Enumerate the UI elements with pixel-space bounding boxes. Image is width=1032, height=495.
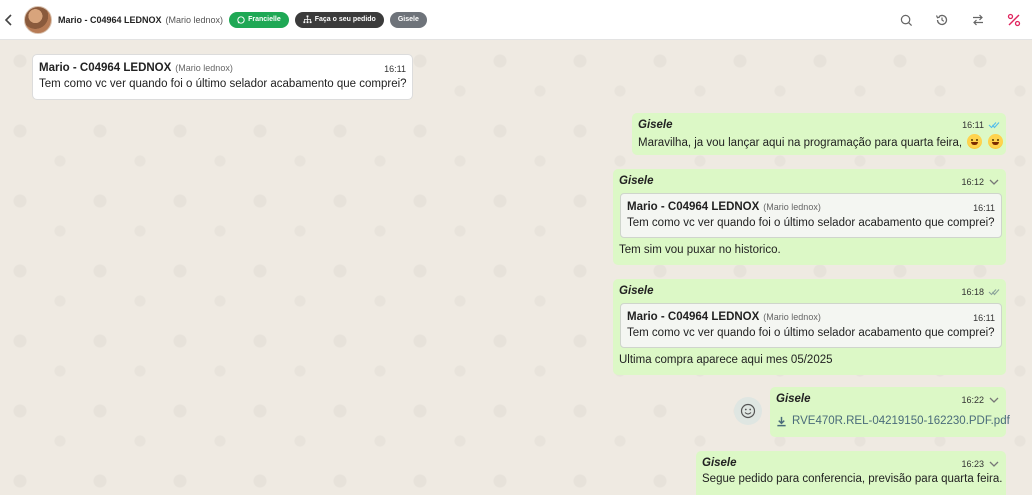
history-button[interactable] — [924, 0, 960, 40]
chevron-down-icon[interactable] — [989, 397, 999, 403]
message-text: Maravilha, ja vou lançar aqui na program… — [638, 137, 963, 149]
user-chip-label: Gisele — [397, 16, 419, 23]
file-name: RVE470R.REL-04219150-162230.PDF.pdf — [792, 415, 1010, 427]
user-chip[interactable]: Gisele — [389, 11, 427, 28]
message-sender: Mario - C04964 LEDNOX — [39, 62, 172, 74]
order-chip[interactable]: Faça o seu pedido — [294, 11, 384, 28]
message-sender: Gisele — [619, 285, 654, 297]
quoted-text: Tem como vc ver quando foi o último sela… — [627, 217, 995, 229]
smiley-icon — [740, 403, 756, 419]
order-chip-label: Faça o seu pedido — [314, 16, 376, 23]
percent-button[interactable] — [996, 0, 1032, 40]
download-icon — [777, 416, 786, 426]
message-sender-sub: (Mario lednox) — [175, 63, 233, 73]
whatsapp-icon — [237, 15, 245, 24]
outgoing-message[interactable]: Gisele 16:23 Segue pedido para conferenc… — [696, 451, 1006, 495]
outgoing-message[interactable]: Gisele 16:11 Maravilha, ja vou lançar aq… — [632, 113, 1006, 155]
quoted-text: Tem como vc ver quando foi o último sela… — [627, 327, 995, 339]
message-time: 16:23 — [961, 459, 984, 469]
chevron-left-icon — [4, 13, 12, 26]
history-icon — [935, 14, 948, 26]
avatar[interactable] — [24, 5, 52, 34]
grinning-face-emoji-icon — [967, 134, 983, 149]
message-time: 16:11 — [962, 120, 984, 130]
grinning-face-emoji-icon — [987, 134, 1003, 149]
agent-chip[interactable]: Francielle — [229, 11, 289, 28]
message-time: 16:11 — [384, 64, 406, 74]
quoted-message[interactable]: Mario - C04964 LEDNOX (Mario lednox) 16:1… — [620, 193, 1002, 238]
transfer-icon — [973, 14, 983, 26]
message-time: 16:22 — [961, 395, 984, 405]
percent-icon — [1007, 13, 1021, 27]
chat-area[interactable]: Mario - C04964 LEDNOX (Mario lednox) 16:1… — [0, 41, 1032, 495]
transfer-button[interactable] — [960, 0, 996, 40]
contact-name[interactable]: Mario - C04964 LEDNOX — [58, 15, 162, 25]
message-time: 16:12 — [961, 177, 984, 187]
outgoing-message[interactable]: Gisele 16:18 Mario - C04964 LEDNOX (Mario… — [613, 279, 1006, 375]
quoted-sender: Mario - C04964 LEDNOX — [627, 311, 760, 323]
message-sender: Gisele — [702, 457, 737, 469]
quoted-time: 16:11 — [973, 313, 995, 323]
quoted-sender-sub: (Mario lednox) — [763, 202, 821, 212]
outgoing-message[interactable]: Gisele 16:12 Mario - C04964 LEDNOX (Mario… — [613, 169, 1006, 265]
message-time: 16:18 — [961, 287, 984, 297]
sitemap-icon — [303, 15, 312, 24]
header-actions — [888, 0, 1032, 40]
message-sender: Gisele — [776, 393, 811, 405]
message-text: Segue pedido para conferencia, previsão … — [702, 473, 1003, 485]
contact-subname: (Mario lednox) — [165, 14, 224, 25]
message-text: Tem sim vou puxar no historico. — [619, 244, 781, 256]
message-text: Tem como vc ver quando foi o último sela… — [39, 78, 407, 90]
search-icon — [900, 14, 912, 26]
double-check-icon — [988, 289, 1000, 296]
chevron-down-icon[interactable] — [989, 461, 999, 467]
quoted-sender: Mario - C04964 LEDNOX — [627, 201, 760, 213]
chat-header: Mario - C04964 LEDNOX (Mario lednox) Fra… — [0, 0, 1032, 40]
quoted-sender-sub: (Mario lednox) — [763, 312, 821, 322]
double-check-icon — [988, 122, 1000, 129]
react-button[interactable] — [734, 397, 762, 425]
quoted-time: 16:11 — [973, 203, 995, 213]
file-attachment-link[interactable]: RVE470R.REL-04219150-162230.PDF.pdf — [776, 415, 1010, 427]
message-text: Ultima compra aparece aqui mes 05/2025 — [619, 354, 833, 366]
message-sender: Gisele — [638, 119, 673, 131]
quoted-message[interactable]: Mario - C04964 LEDNOX (Mario lednox) 16:1… — [620, 303, 1002, 348]
incoming-message[interactable]: Mario - C04964 LEDNOX (Mario lednox) 16:1… — [32, 54, 413, 100]
search-button[interactable] — [888, 0, 924, 40]
message-sender: Gisele — [619, 175, 654, 187]
chevron-down-icon[interactable] — [989, 179, 999, 185]
outgoing-file-message[interactable]: Gisele 16:22 RVE470R.REL-04219150-162230… — [770, 387, 1010, 437]
agent-chip-label: Francielle — [248, 16, 281, 23]
back-button[interactable] — [0, 0, 18, 40]
